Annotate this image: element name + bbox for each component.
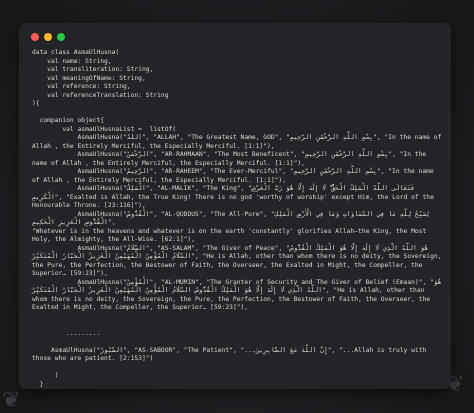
leaf-decoration: ❦ bbox=[2, 388, 21, 413]
close-button[interactable] bbox=[31, 33, 39, 41]
code-line: val transliteration: String, bbox=[32, 66, 154, 73]
code-line: val asmaUlHusnaList = listOf( bbox=[32, 125, 177, 133]
code-line: AsmaUlHusna("الرَّحِيمُ", "AR-RAHEEM", "… bbox=[32, 168, 438, 184]
code-line: AsmaUlHusna("الْمُؤْمِنُ", "AL-MUMIN", "… bbox=[32, 278, 446, 312]
code-line: val reference: String, bbox=[32, 83, 131, 90]
code-line: ){ bbox=[32, 100, 40, 107]
code-line: ) bbox=[32, 372, 59, 379]
code-line: AsmaUlHusna("الصَّبُورُ", "AS-SABOOR", "… bbox=[32, 346, 431, 363]
code-line: val referenceTranslation: String bbox=[32, 91, 169, 99]
code-line: AsmaUlHusna("الْمَلِكُ", "AL-MALIK", "Th… bbox=[32, 185, 438, 209]
code-line: val name: String, bbox=[32, 57, 112, 65]
code-line: "Whatever is in the heavens and whatever… bbox=[32, 227, 431, 244]
code-line: AsmaUlHusna("اللهُ", "ALLAH", "The Great… bbox=[32, 134, 446, 150]
code-line: AsmaUlHusna("الرَّحْمَنُ", "AR-RAHMAAN",… bbox=[32, 151, 430, 167]
code-line: AsmaUlHusna("السَّلَامُ", "AS-SALAM", "T… bbox=[32, 244, 446, 278]
maximize-button[interactable] bbox=[57, 33, 65, 41]
code-line: val meaningOfName: String, bbox=[32, 74, 146, 82]
code-block: data class AsmaUlHusna( val name: String… bbox=[32, 49, 443, 389]
code-line: companion object{ bbox=[32, 117, 105, 124]
window-controls bbox=[31, 33, 65, 41]
code-line: } bbox=[32, 380, 44, 388]
code-line: data class AsmaUlHusna( bbox=[32, 49, 120, 56]
minimize-button[interactable] bbox=[44, 33, 52, 41]
code-line: ......... bbox=[32, 329, 101, 337]
code-line: AsmaUlHusna("الْقُدُّوسُ", "AL-QUDDUS", … bbox=[32, 210, 434, 227]
code-window: data class AsmaUlHusna( val name: String… bbox=[19, 23, 451, 389]
